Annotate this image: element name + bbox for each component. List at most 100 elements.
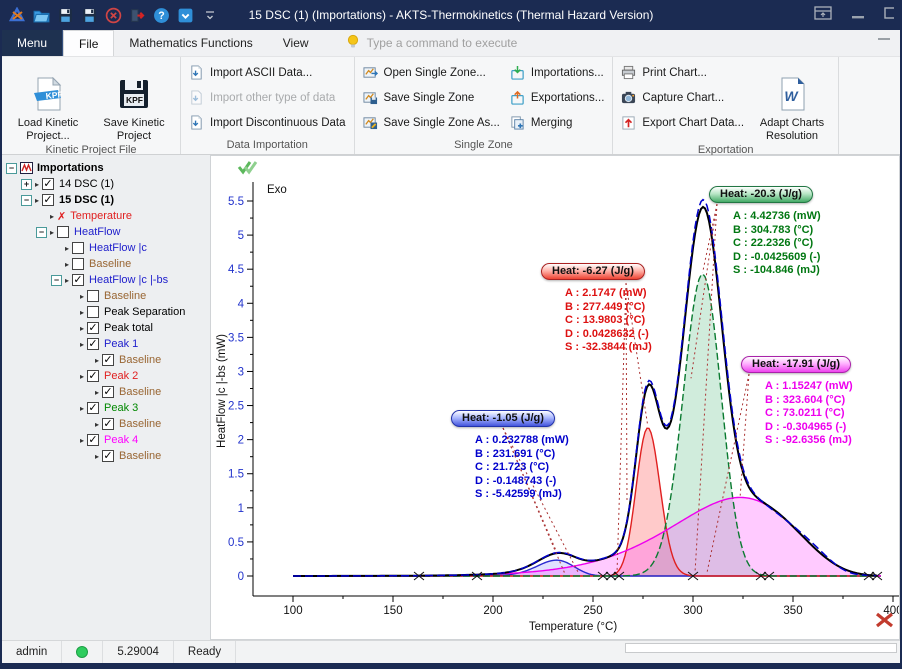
- button-label: Importations...: [531, 67, 604, 79]
- command-box[interactable]: Type a command to execute: [346, 30, 518, 56]
- tree-item-peak-2-13[interactable]: ▸✓Peak 2: [2, 368, 210, 384]
- tree-expander-minus[interactable]: −: [36, 227, 47, 238]
- close-project-icon[interactable]: [105, 7, 122, 24]
- tree-item-peak-1-11[interactable]: ▸✓Peak 1: [2, 336, 210, 352]
- capture-chart-button[interactable]: Capture Chart...: [621, 85, 744, 110]
- annotation-peak-1[interactable]: Heat: -1.05 (J/g)A : 0.232788 (mW)B : 23…: [451, 408, 569, 502]
- tree-checkbox-checked[interactable]: ✓: [87, 370, 99, 382]
- tree-item-baseline-8[interactable]: ▸Baseline: [2, 288, 210, 304]
- restore-ribbon-icon[interactable]: [814, 6, 832, 25]
- annotation-peak-4[interactable]: Heat: -17.91 (J/g)A : 1.15247 (mW)B : 32…: [741, 354, 853, 448]
- save-single-zone-as-button[interactable]: Save Single Zone As...: [363, 110, 500, 135]
- tree-item-baseline-12[interactable]: ▸✓Baseline: [2, 352, 210, 368]
- open-single-zone-button[interactable]: Open Single Zone...: [363, 60, 500, 85]
- minimize-button[interactable]: [852, 6, 864, 24]
- annotation-peak-2[interactable]: Heat: -6.27 (J/g)A : 2.1747 (mW)B : 277.…: [541, 261, 652, 355]
- open-project-icon[interactable]: [33, 7, 50, 24]
- main-area: −Importations+▸✓14 DSC (1)−▸✓15 DSC (1)▸…: [2, 155, 900, 640]
- tree-checkbox-checked[interactable]: ✓: [87, 434, 99, 446]
- adapt-charts-resolution-button[interactable]: W Adapt Charts Resolution: [754, 60, 830, 143]
- tree-checkbox-unchecked[interactable]: [87, 290, 99, 302]
- chart-panel[interactable]: 10015020025030035040000.511.522.533.544.…: [210, 155, 900, 640]
- tab-view[interactable]: View: [268, 30, 324, 56]
- annotation-value-line: D : -0.304965 (-): [765, 421, 853, 435]
- annotation-value-line: B : 304.783 (°C): [733, 224, 821, 238]
- save-single-zone-button[interactable]: Save Single Zone: [363, 85, 500, 110]
- svg-text:200: 200: [483, 605, 502, 617]
- tree-checkbox-checked[interactable]: ✓: [87, 402, 99, 414]
- annotation-heat-pill[interactable]: Heat: -6.27 (J/g): [541, 263, 645, 280]
- tree-item-peak-total-10[interactable]: ▸✓Peak total: [2, 320, 210, 336]
- save-icon[interactable]: [57, 7, 74, 24]
- importations-root-icon: [20, 162, 33, 174]
- tree-item-peak-3-15[interactable]: ▸✓Peak 3: [2, 400, 210, 416]
- tree-checkbox-checked[interactable]: ✓: [72, 274, 84, 286]
- tree-checkbox-checked[interactable]: ✓: [87, 322, 99, 334]
- tree-checkbox-checked[interactable]: ✓: [42, 194, 54, 206]
- tree-checkbox-unchecked[interactable]: [72, 242, 84, 254]
- annotation-value-line: B : 231.691 (°C): [475, 448, 569, 462]
- tree-checkbox-checked[interactable]: ✓: [102, 418, 114, 430]
- tab-mathematics-functions[interactable]: Mathematics Functions: [114, 30, 267, 56]
- tree-checkbox-unchecked[interactable]: [87, 306, 99, 318]
- tree-checkbox-checked[interactable]: ✓: [102, 354, 114, 366]
- tree-item-heatflow-4[interactable]: −▸HeatFlow: [2, 224, 210, 240]
- tree-item-importations-0[interactable]: −Importations: [2, 160, 210, 176]
- svg-text:KPF: KPF: [126, 95, 143, 105]
- tree-item-label: Peak Separation: [104, 306, 185, 318]
- save-kinetic-project-button[interactable]: KPF Save Kinetic Project: [96, 60, 172, 143]
- tree-item-14-dsc-1-1[interactable]: +▸✓14 DSC (1): [2, 176, 210, 192]
- tree-checkbox-checked[interactable]: ✓: [87, 338, 99, 350]
- exportations-button[interactable]: Exportations...: [510, 85, 605, 110]
- tree-item-temperature-3[interactable]: ▸✗Temperature: [2, 208, 210, 224]
- tree-item-arrow-icon: ▸: [80, 372, 84, 381]
- status-connection: [62, 641, 103, 663]
- tree-checkbox-unchecked[interactable]: [57, 226, 69, 238]
- print-chart-button[interactable]: Print Chart...: [621, 60, 744, 85]
- import-discontinuous-button[interactable]: Import Discontinuous Data: [189, 110, 346, 135]
- import-ascii-button[interactable]: Import ASCII Data...: [189, 60, 346, 85]
- annotation-value-line: B : 323.604 (°C): [765, 394, 853, 408]
- tree-item-peak-separation-9[interactable]: ▸Peak Separation: [2, 304, 210, 320]
- tab-menu[interactable]: Menu: [2, 30, 63, 56]
- tree-expander-minus[interactable]: −: [51, 275, 62, 286]
- button-label: Open Single Zone...: [384, 67, 486, 79]
- window-buttons: [814, 0, 894, 30]
- annotation-heat-pill[interactable]: Heat: -1.05 (J/g): [451, 410, 555, 427]
- collapse-ribbon-icon[interactable]: [878, 38, 890, 40]
- status-bar: admin 5.29004 Ready: [2, 640, 900, 663]
- tree-item-heatflow-c-5[interactable]: ▸HeatFlow |c: [2, 240, 210, 256]
- tree-item-peak-4-17[interactable]: ▸✓Peak 4: [2, 432, 210, 448]
- annotation-value-line: D : -0.0425609 (-): [733, 251, 821, 265]
- tab-file[interactable]: File: [63, 30, 114, 56]
- tree-expander-plus[interactable]: +: [21, 179, 32, 190]
- tree-checkbox-checked[interactable]: ✓: [102, 386, 114, 398]
- tree-item-baseline-6[interactable]: ▸Baseline: [2, 256, 210, 272]
- tree-expander-minus[interactable]: −: [21, 195, 32, 206]
- save-as-icon[interactable]: [81, 7, 98, 24]
- tree-item-arrow-icon: ▸: [80, 340, 84, 349]
- importations-button[interactable]: Importations...: [510, 60, 605, 85]
- tree-item-baseline-18[interactable]: ▸✓Baseline: [2, 448, 210, 464]
- ribbon-tab-row: Menu File Mathematics Functions View Typ…: [2, 30, 900, 57]
- tree-checkbox-checked[interactable]: ✓: [42, 178, 54, 190]
- svg-text:4: 4: [238, 298, 245, 310]
- tree-item-baseline-14[interactable]: ▸✓Baseline: [2, 384, 210, 400]
- svg-text:3: 3: [238, 366, 244, 378]
- tree-item-heatflow-c-bs-7[interactable]: −▸✓HeatFlow |c |-bs: [2, 272, 210, 288]
- tree-checkbox-checked[interactable]: ✓: [102, 450, 114, 462]
- annotation-values: A : 4.42736 (mW)B : 304.783 (°C)C : 22.2…: [733, 210, 821, 278]
- annotation-heat-pill[interactable]: Heat: -17.91 (J/g): [741, 356, 851, 373]
- tree-item-15-dsc-1-2[interactable]: −▸✓15 DSC (1): [2, 192, 210, 208]
- tree-item-baseline-16[interactable]: ▸✓Baseline: [2, 416, 210, 432]
- tree-checkbox-unchecked[interactable]: [72, 258, 84, 270]
- annotation-heat-pill[interactable]: Heat: -20.3 (J/g): [709, 186, 813, 203]
- merging-button[interactable]: Merging: [510, 110, 605, 135]
- maximize-button[interactable]: [884, 6, 894, 24]
- export-chart-data-button[interactable]: Export Chart Data...: [621, 110, 744, 135]
- load-kinetic-project-button[interactable]: KPF Load Kinetic Project...: [10, 60, 86, 143]
- tree-item-arrow-icon: ▸: [65, 276, 69, 285]
- svg-text:3.5: 3.5: [228, 332, 244, 344]
- tree-expander-minus[interactable]: −: [6, 163, 17, 174]
- annotation-peak-3[interactable]: Heat: -20.3 (J/g) A : 4.42736 (mW)B : 304…: [709, 184, 821, 278]
